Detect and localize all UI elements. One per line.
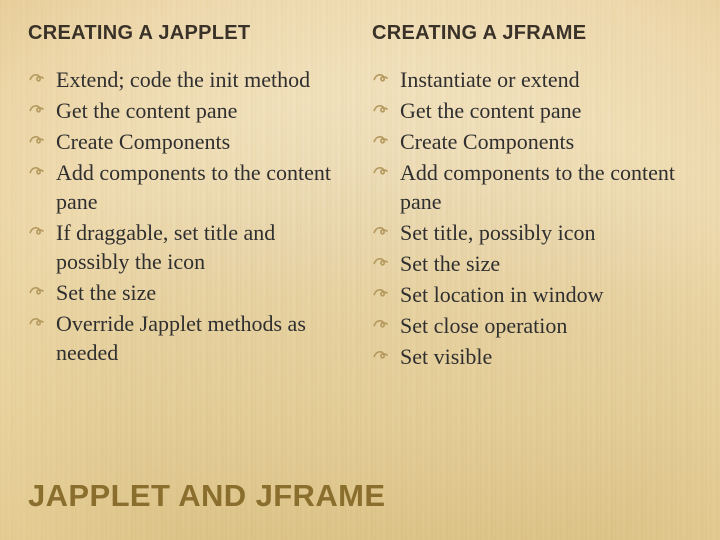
list-item: If draggable, set title and possibly the… <box>28 218 348 276</box>
left-bullet-list: Extend; code the init method Get the con… <box>28 65 348 369</box>
list-item: Set close operation <box>372 311 692 340</box>
list-item-text: Set the size <box>56 280 156 305</box>
list-item-text: If draggable, set title and possibly the… <box>56 220 275 274</box>
flourish-icon <box>372 69 390 87</box>
list-item-text: Override Japplet methods as needed <box>56 311 306 365</box>
two-column-layout: CREATING A JAPPLET Extend; code the init… <box>28 22 692 460</box>
list-item-text: Create Components <box>400 129 574 154</box>
list-item: Instantiate or extend <box>372 65 692 94</box>
list-item: Set visible <box>372 342 692 371</box>
list-item-text: Set close operation <box>400 313 567 338</box>
list-item: Get the content pane <box>28 96 348 125</box>
list-item: Add components to the content pane <box>372 158 692 216</box>
list-item: Set the size <box>28 278 348 307</box>
flourish-icon <box>28 162 46 180</box>
list-item-text: Extend; code the init method <box>56 67 310 92</box>
list-item: Set the size <box>372 249 692 278</box>
flourish-icon <box>372 162 390 180</box>
flourish-icon <box>28 282 46 300</box>
slide: CREATING A JAPPLET Extend; code the init… <box>0 0 720 540</box>
flourish-icon <box>372 131 390 149</box>
left-column-title: CREATING A JAPPLET <box>28 22 348 45</box>
list-item-text: Set location in window <box>400 282 603 307</box>
list-item-text: Set visible <box>400 344 492 369</box>
flourish-icon <box>372 253 390 271</box>
flourish-icon <box>372 346 390 364</box>
list-item: Add components to the content pane <box>28 158 348 216</box>
flourish-icon <box>372 284 390 302</box>
list-item-text: Create Components <box>56 129 230 154</box>
flourish-icon <box>28 131 46 149</box>
slide-footer-title: JAPPLET AND JFRAME <box>28 478 692 514</box>
list-item-text: Add components to the content pane <box>56 160 331 214</box>
list-item: Override Japplet methods as needed <box>28 309 348 367</box>
list-item-text: Set the size <box>400 251 500 276</box>
list-item-text: Add components to the content pane <box>400 160 675 214</box>
list-item: Extend; code the init method <box>28 65 348 94</box>
list-item: Get the content pane <box>372 96 692 125</box>
right-column-title: CREATING A JFRAME <box>372 22 692 45</box>
list-item: Set location in window <box>372 280 692 309</box>
list-item-text: Set title, possibly icon <box>400 220 596 245</box>
flourish-icon <box>28 222 46 240</box>
right-column: CREATING A JFRAME Instantiate or extend … <box>372 22 692 460</box>
flourish-icon <box>372 100 390 118</box>
right-bullet-list: Instantiate or extend Get the content pa… <box>372 65 692 373</box>
list-item-text: Get the content pane <box>56 98 237 123</box>
flourish-icon <box>28 313 46 331</box>
list-item: Create Components <box>372 127 692 156</box>
list-item-text: Get the content pane <box>400 98 581 123</box>
flourish-icon <box>28 69 46 87</box>
list-item-text: Instantiate or extend <box>400 67 580 92</box>
left-column: CREATING A JAPPLET Extend; code the init… <box>28 22 348 460</box>
list-item: Set title, possibly icon <box>372 218 692 247</box>
list-item: Create Components <box>28 127 348 156</box>
flourish-icon <box>28 100 46 118</box>
flourish-icon <box>372 315 390 333</box>
flourish-icon <box>372 222 390 240</box>
